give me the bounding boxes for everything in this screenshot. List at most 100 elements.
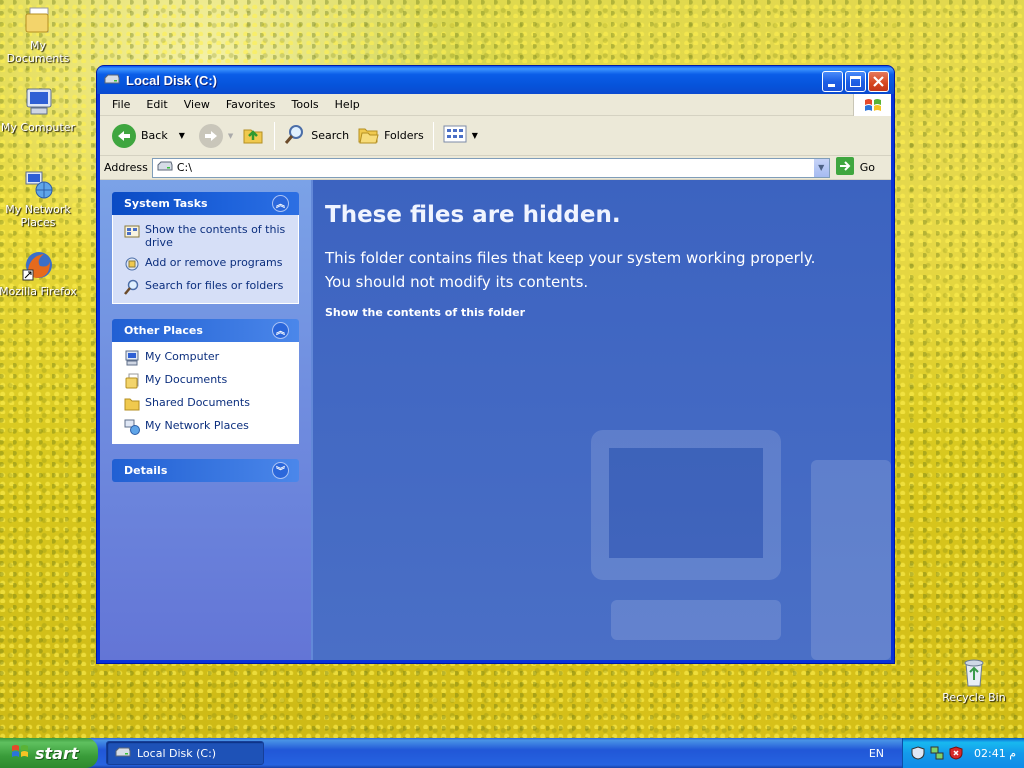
menu-tools[interactable]: Tools bbox=[284, 98, 327, 111]
taskbar-window-button[interactable]: Local Disk (C:) bbox=[106, 741, 264, 765]
address-dropdown-button[interactable]: ▼ bbox=[812, 158, 829, 177]
toolbar-separator bbox=[432, 121, 434, 150]
desktop-icon-recycle-bin[interactable]: Recycle Bin bbox=[934, 656, 1014, 704]
window-content: System Tasks ︽ Show the contents of this… bbox=[100, 180, 891, 660]
title-bar[interactable]: Local Disk (C:) bbox=[97, 66, 894, 94]
network-tray-icon[interactable] bbox=[930, 746, 944, 760]
my-documents-icon bbox=[124, 373, 140, 389]
go-arrow-icon bbox=[835, 157, 854, 178]
details-title: Details bbox=[124, 464, 168, 477]
desktop-icon-label: Mozilla Firefox bbox=[0, 285, 77, 298]
taskbar: start Local Disk (C:) EN 02:41 م bbox=[0, 738, 1024, 768]
go-button[interactable]: Go bbox=[835, 157, 887, 178]
address-label: Address bbox=[104, 161, 148, 174]
clock: 02:41 م bbox=[974, 746, 1017, 760]
desktop-icon-label: My Computer bbox=[0, 121, 76, 134]
show-folder-contents-link[interactable]: Show the contents of this folder bbox=[325, 306, 879, 319]
menu-help[interactable]: Help bbox=[327, 98, 368, 111]
windows-logo-icon bbox=[10, 742, 30, 764]
task-add-remove-programs[interactable]: Add or remove programs bbox=[124, 256, 288, 272]
language-indicator[interactable]: EN bbox=[869, 747, 884, 760]
forward-button[interactable]: ▼ bbox=[195, 120, 237, 152]
explorer-window: Local Disk (C:) File Edit View Favorites… bbox=[97, 66, 894, 663]
other-places-group: Other Places ︽ My Computer My Documents … bbox=[112, 319, 299, 444]
desktop-icon-my-network-places[interactable]: My Network Places bbox=[0, 168, 78, 229]
address-value: C:\ bbox=[176, 161, 192, 174]
drive-icon bbox=[115, 746, 131, 761]
task-search-files[interactable]: Search for files or folders bbox=[124, 279, 288, 295]
start-button[interactable]: start bbox=[0, 738, 98, 768]
minimize-button[interactable] bbox=[822, 71, 843, 92]
folder-up-icon bbox=[241, 122, 265, 149]
place-my-documents[interactable]: My Documents bbox=[124, 373, 288, 389]
toolbar: Back ▼ ▼ Search Folders ▼ bbox=[100, 116, 891, 156]
collapse-icon[interactable]: ︽ bbox=[272, 322, 289, 339]
back-label: Back bbox=[141, 129, 168, 142]
add-remove-programs-icon bbox=[124, 256, 140, 272]
network-places-icon bbox=[124, 419, 140, 435]
task-label: Show the contents of this drive bbox=[145, 223, 286, 249]
chevron-down-icon[interactable]: ▼ bbox=[472, 131, 478, 140]
up-button[interactable] bbox=[237, 120, 269, 152]
search-label: Search bbox=[311, 129, 350, 142]
desktop-icon-firefox[interactable]: Mozilla Firefox bbox=[0, 250, 78, 298]
place-label: My Computer bbox=[145, 350, 220, 363]
computer-watermark-icon bbox=[591, 430, 891, 660]
views-icon bbox=[443, 124, 467, 147]
drive-icon bbox=[104, 73, 120, 88]
forward-arrow-icon bbox=[198, 123, 223, 148]
security-shield-icon[interactable] bbox=[911, 746, 925, 760]
desktop-icon-my-computer[interactable]: My Computer bbox=[0, 86, 78, 134]
toolbar-separator bbox=[274, 121, 276, 150]
place-my-network-places[interactable]: My Network Places bbox=[124, 419, 288, 435]
menu-edit[interactable]: Edit bbox=[138, 98, 175, 111]
search-button[interactable]: Search bbox=[280, 120, 353, 152]
menu-bar: File Edit View Favorites Tools Help bbox=[100, 94, 891, 116]
maximize-button[interactable] bbox=[845, 71, 866, 92]
recycle-bin-icon bbox=[958, 656, 990, 688]
folders-button[interactable]: Folders bbox=[353, 120, 428, 152]
folders-label: Folders bbox=[384, 129, 424, 142]
desktop-icon-my-documents[interactable]: My Documents bbox=[0, 4, 78, 65]
menu-file[interactable]: File bbox=[104, 98, 138, 111]
folders-icon bbox=[357, 123, 379, 148]
hidden-files-pane: These files are hidden. This folder cont… bbox=[311, 180, 891, 660]
start-label: start bbox=[35, 743, 79, 763]
back-button[interactable]: Back ▼ bbox=[108, 120, 189, 152]
system-tasks-group: System Tasks ︽ Show the contents of this… bbox=[112, 192, 299, 304]
search-icon bbox=[124, 279, 140, 295]
address-input[interactable]: C:\ ▼ bbox=[151, 157, 830, 178]
collapse-icon[interactable]: ︽ bbox=[272, 195, 289, 212]
my-documents-icon bbox=[22, 4, 54, 36]
desktop-icon-label: My Network Places bbox=[5, 203, 71, 229]
security-alert-icon[interactable] bbox=[949, 746, 963, 760]
other-places-title: Other Places bbox=[124, 324, 203, 337]
address-bar: Address C:\ ▼ Go bbox=[100, 156, 891, 180]
views-button[interactable]: ▼ bbox=[439, 120, 482, 152]
place-my-computer[interactable]: My Computer bbox=[124, 350, 288, 366]
system-tasks-title: System Tasks bbox=[124, 197, 208, 210]
system-tasks-header[interactable]: System Tasks ︽ bbox=[112, 192, 299, 215]
place-shared-documents[interactable]: Shared Documents bbox=[124, 396, 288, 412]
task-label: Add or remove programs bbox=[145, 256, 283, 269]
details-header[interactable]: Details ︾ bbox=[112, 459, 299, 482]
expand-icon[interactable]: ︾ bbox=[272, 462, 289, 479]
hidden-files-message-line2: You should not modify its contents. bbox=[325, 273, 589, 291]
chevron-down-icon[interactable]: ▼ bbox=[179, 131, 185, 140]
chevron-down-icon[interactable]: ▼ bbox=[228, 132, 233, 140]
place-label: My Network Places bbox=[145, 419, 249, 432]
task-show-contents[interactable]: Show the contents of this drive bbox=[124, 223, 288, 249]
close-button[interactable] bbox=[868, 71, 889, 92]
folder-icon bbox=[124, 396, 140, 412]
other-places-header[interactable]: Other Places ︽ bbox=[112, 319, 299, 342]
desktop-icon-label: Recycle Bin bbox=[942, 691, 1006, 704]
menu-view[interactable]: View bbox=[176, 98, 218, 111]
drive-icon bbox=[157, 160, 173, 175]
menu-favorites[interactable]: Favorites bbox=[218, 98, 284, 111]
task-pane: System Tasks ︽ Show the contents of this… bbox=[100, 180, 311, 660]
details-group: Details ︾ bbox=[112, 459, 299, 482]
my-computer-icon bbox=[22, 86, 54, 118]
back-arrow-icon bbox=[112, 123, 136, 148]
show-contents-icon bbox=[124, 223, 140, 239]
hidden-files-heading: These files are hidden. bbox=[325, 202, 621, 228]
